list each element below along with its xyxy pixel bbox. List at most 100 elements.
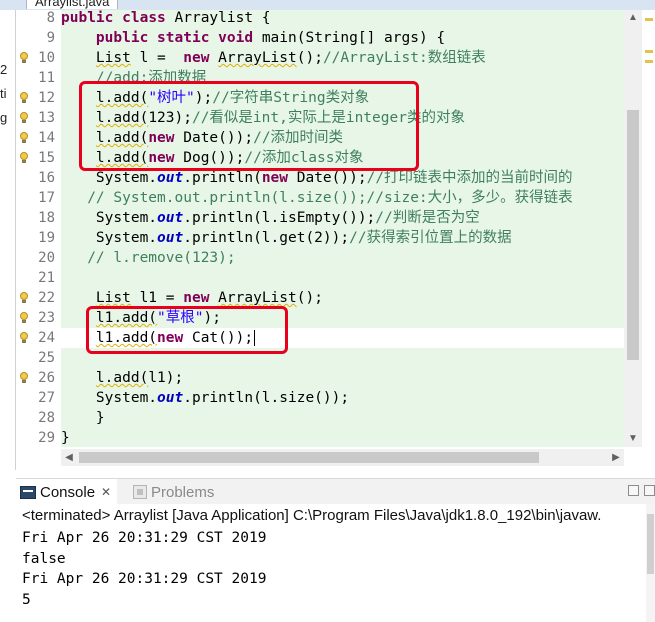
code-token: l = (130, 50, 184, 66)
code-token: public (61, 10, 114, 26)
code-token: System. (61, 170, 158, 186)
code-line[interactable]: public static void main(String[] args) { (61, 28, 445, 48)
line-number: 8 (46, 10, 55, 26)
line-number: 9 (46, 30, 55, 46)
code-token: l1 = (130, 290, 184, 306)
scroll-up-arrow-icon[interactable]: ▲ (624, 10, 642, 26)
code-token: out (157, 230, 184, 246)
editor-vertical-scroll-thumb[interactable] (627, 110, 639, 360)
close-icon[interactable]: ✕ (101, 485, 111, 499)
scroll-left-arrow-icon[interactable]: ◀ (61, 449, 77, 466)
code-token: ArrayList (218, 50, 297, 66)
line-number: 29 (38, 430, 55, 446)
overview-warning-mark[interactable] (645, 50, 653, 53)
line-number: 17 (38, 190, 55, 206)
warning-lightbulb-icon[interactable] (18, 92, 30, 104)
overview-warning-mark[interactable] (645, 18, 653, 21)
warning-lightbulb-icon[interactable] (18, 292, 30, 304)
console-output-line: Fri Apr 26 20:31:29 CST 2019 (22, 530, 267, 546)
code-token: } (61, 430, 70, 446)
code-area[interactable]: } } System.out.println(l.size()); l.add(… (61, 10, 624, 447)
code-line[interactable]: List l1 = new ArrayList(); (61, 288, 323, 308)
editor-horizontal-scrollbar[interactable]: ◀ ▶ (61, 449, 624, 466)
console-output-line: false (22, 551, 66, 567)
warning-lightbulb-icon[interactable] (18, 112, 30, 124)
code-token: System. (61, 230, 158, 246)
warning-lightbulb-icon[interactable] (18, 312, 30, 324)
scroll-right-arrow-icon[interactable]: ▶ (608, 449, 624, 466)
line-number: 21 (38, 270, 55, 286)
code-token: public (95, 30, 149, 46)
console-vertical-scrollbar[interactable] (646, 504, 655, 622)
line-number: 19 (38, 230, 55, 246)
code-line[interactable]: System.out.println(l.isEmpty());//判断是否为空 (61, 208, 480, 228)
code-line[interactable]: // System.out.println(l.size());//size:大… (61, 188, 573, 208)
maximize-view-button[interactable] (644, 485, 655, 496)
code-line[interactable]: // l.remove(123); (61, 248, 236, 268)
code-line[interactable]: } (61, 428, 70, 447)
console-view-header: Console ✕ Problems (16, 478, 655, 505)
overview-ruler[interactable] (642, 10, 655, 470)
code-token: .println( (183, 170, 262, 186)
code-line[interactable]: l.add(l1); (61, 368, 183, 388)
code-token: .println(l.get(2)); (183, 230, 350, 246)
console-tab-label: Console (40, 483, 96, 501)
warning-lightbulb-icon[interactable] (18, 152, 30, 164)
code-token: Arraylist { (165, 10, 271, 26)
code-line[interactable]: System.out.println(l.size()); (61, 388, 349, 408)
code-token: System. (61, 390, 158, 406)
code-token: //判断是否为空 (375, 210, 480, 226)
console-tab[interactable]: Console ✕ (16, 479, 118, 505)
minimize-view-button[interactable] (628, 485, 639, 496)
highlight-box-l1-adds (86, 306, 288, 354)
console-scroll-thumb[interactable] (647, 514, 654, 574)
code-token: static (157, 30, 210, 46)
code-token: System. (61, 210, 158, 226)
warning-lightbulb-icon[interactable] (18, 132, 30, 144)
code-line[interactable]: System.out.println(new Date());//打印链表中添加… (61, 168, 573, 188)
line-number: 20 (38, 250, 55, 266)
code-editor[interactable]: 8 9 10 11 12 13 14 15 16 17 18 19 20 21 22 23 24 25 26 27 28… (16, 10, 655, 470)
code-token: new (183, 290, 210, 306)
code-token: new (183, 50, 210, 66)
console-output[interactable]: <terminated> Arraylist [Java Application… (16, 504, 655, 622)
highlight-box-l-adds (79, 81, 419, 171)
line-number: 28 (38, 410, 55, 426)
left-panel-text: ti (0, 86, 7, 101)
warning-lightbulb-icon[interactable] (18, 52, 30, 64)
code-token: ArrayList (218, 290, 297, 306)
warning-lightbulb-icon[interactable] (18, 332, 30, 344)
scroll-down-arrow-icon[interactable]: ▼ (624, 431, 642, 447)
editor-tab-strip: Arraylist.java (0, 0, 655, 10)
code-token: new (261, 170, 289, 186)
code-line[interactable]: public class Arraylist { (61, 10, 271, 28)
problems-tab[interactable]: Problems (133, 479, 214, 505)
warning-lightbulb-icon[interactable] (18, 372, 30, 384)
code-line[interactable]: List l = new ArrayList();//ArrayList:数组链… (61, 48, 486, 68)
console-output-line: 5 (22, 592, 31, 608)
code-line[interactable]: System.out.println(l.get(2));//获得索引位置上的数… (61, 228, 512, 248)
code-token: main(String[] args) { (253, 30, 446, 46)
code-token: out (157, 390, 184, 406)
left-panel-text: g (0, 110, 8, 125)
code-token: // l.remove(123); (87, 250, 236, 266)
code-token: List (95, 290, 131, 306)
editor-vertical-scrollbar[interactable]: ▲ ▼ (624, 10, 642, 447)
code-token: // System.out.println(l.size());//size:大… (87, 190, 573, 206)
line-number: 18 (38, 210, 55, 226)
editor-horizontal-scroll-thumb[interactable] (79, 452, 539, 463)
code-token: (); (296, 50, 323, 66)
code-token: out (157, 170, 184, 186)
code-token: .println(l.isEmpty()); (183, 210, 376, 226)
code-line[interactable]: } (61, 408, 105, 428)
code-token: Date()); (288, 170, 367, 186)
problems-tab-label: Problems (151, 483, 215, 501)
overview-warning-mark[interactable] (645, 60, 653, 63)
